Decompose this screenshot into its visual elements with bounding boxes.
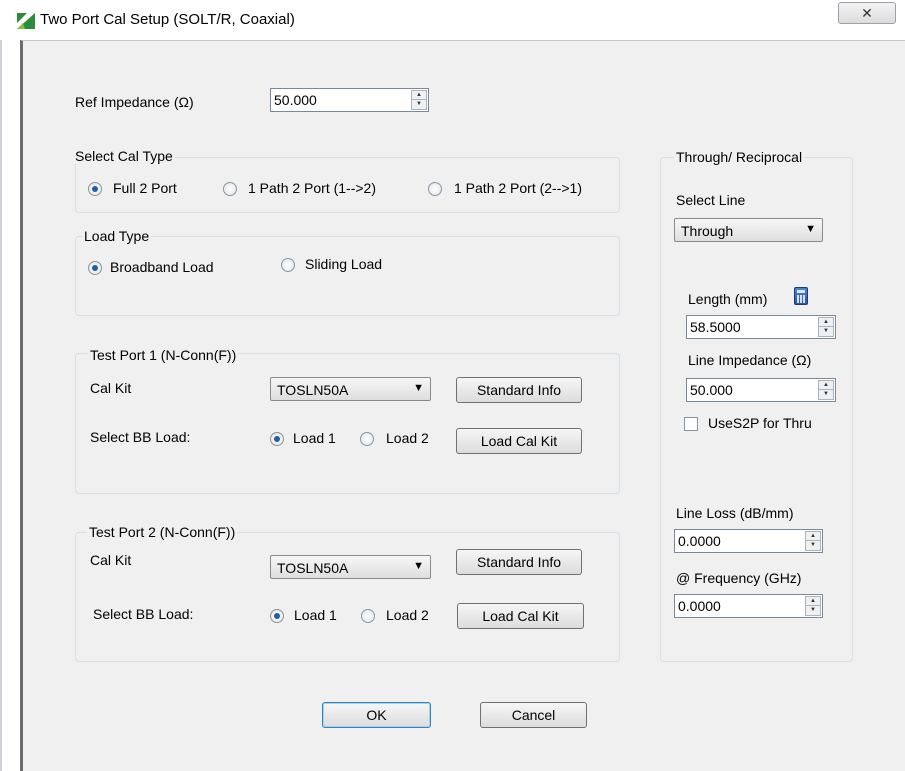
chevron-down-icon: ▼ [805,223,816,235]
test-port-2-load-1-radio[interactable] [270,609,284,623]
window-title: Two Port Cal Setup (SOLT/R, Coaxial) [40,11,295,28]
test-port-2-cal-kit-value: TOSLN50A [277,560,349,576]
chevron-down-icon: ▼ [413,560,424,572]
test-port-1-cal-kit-dropdown[interactable]: TOSLN50A ▼ [270,377,431,401]
frequency-spinbox[interactable]: 0.0000 ▲ ▼ [674,594,823,618]
cal-type-full-2-port-radio[interactable] [88,182,102,196]
test-port-1-load-option-label[interactable]: Load 1 [293,430,336,446]
select-line-value: Through [681,223,734,239]
line-impedance-spin-buttons[interactable]: ▲ ▼ [818,380,834,400]
test-port-2-load-option-label[interactable]: Load 1 [294,607,337,623]
frequency-spin-buttons[interactable]: ▲ ▼ [805,596,821,616]
calculator-icon[interactable] [794,287,808,305]
cancel-button[interactable]: Cancel [480,702,587,728]
load-type-group-label: Load Type [82,228,152,244]
length-spin-buttons[interactable]: ▲ ▼ [818,317,834,337]
test-port-1-cal-kit-label: Cal Kit [90,380,132,396]
line-impedance-label: Line Impedance (Ω) [688,352,812,368]
cal-type-group-label: Select Cal Type [73,148,175,164]
select-line-dropdown[interactable]: Through ▼ [674,218,823,242]
select-line-label: Select Line [676,192,746,208]
test-port-1-load-2-radio[interactable] [360,432,374,446]
frequency-label: @ Frequency (GHz) [676,570,802,586]
spin-up-icon[interactable]: ▲ [806,597,820,606]
test-port-1-load-option-label[interactable]: Load 2 [386,430,429,446]
line-impedance-spinbox[interactable]: 50.000 ▲ ▼ [686,378,836,402]
chevron-down-icon: ▼ [413,382,424,394]
ref-impedance-spinbox[interactable]: 50.000 ▲ ▼ [270,88,429,112]
close-icon: ✕ [861,5,873,21]
test-port-2-cal-kit-dropdown[interactable]: TOSLN50A ▼ [270,555,431,579]
spin-down-icon[interactable]: ▼ [806,606,820,615]
spin-up-icon[interactable]: ▲ [806,532,820,541]
spin-down-icon[interactable]: ▼ [412,100,426,109]
test-port-2-bb-load-label: Select BB Load: [93,606,194,622]
load-type-option-label[interactable]: Sliding Load [305,256,382,272]
test-port-2-load-2-radio[interactable] [361,609,375,623]
test-port-2-load-cal-kit-button[interactable]: Load Cal Kit [457,603,584,629]
spin-down-icon[interactable]: ▼ [819,327,833,336]
line-impedance-value[interactable]: 50.000 [690,382,733,398]
test-port-2-load-option-label[interactable]: Load 2 [386,607,429,623]
close-button[interactable]: ✕ [838,2,896,24]
length-spinbox[interactable]: 58.5000 ▲ ▼ [686,315,836,339]
app-icon [17,13,35,29]
test-port-1-bb-load-label: Select BB Load: [90,429,191,445]
spin-up-icon[interactable]: ▲ [819,381,833,390]
test-port-1-standard-info-button[interactable]: Standard Info [456,377,582,403]
use-s2p-label[interactable]: UseS2P for Thru [708,415,812,431]
use-s2p-checkbox[interactable] [684,417,698,431]
broadband-load-radio[interactable] [88,261,102,275]
cal-type-option-label[interactable]: 1 Path 2 Port (1-->2) [248,180,376,196]
line-loss-spin-buttons[interactable]: ▲ ▼ [805,531,821,551]
test-port-1-load-cal-kit-button[interactable]: Load Cal Kit [456,428,582,454]
ref-impedance-spin-buttons[interactable]: ▲ ▼ [411,90,427,110]
length-label: Length (mm) [688,291,768,307]
through-group-label: Through/ Reciprocal [674,149,805,165]
length-value[interactable]: 58.5000 [690,319,741,335]
test-port-2-cal-kit-label: Cal Kit [90,552,132,568]
test-port-1-group-label: Test Port 1 (N-Conn(F)) [88,347,239,363]
ref-impedance-label: Ref Impedance (Ω) [75,94,194,110]
spin-down-icon[interactable]: ▼ [806,541,820,550]
frequency-value[interactable]: 0.0000 [678,598,721,614]
spin-up-icon[interactable]: ▲ [412,91,426,100]
spin-down-icon[interactable]: ▼ [819,390,833,399]
test-port-2-group-label: Test Port 2 (N-Conn(F)) [87,524,238,540]
load-type-group [75,236,620,316]
ok-button[interactable]: OK [322,702,431,728]
cal-type-1-path-1-2-radio[interactable] [223,182,237,196]
spin-up-icon[interactable]: ▲ [819,318,833,327]
test-port-1-load-1-radio[interactable] [270,432,284,446]
cal-type-1-path-2-1-radio[interactable] [428,182,442,196]
test-port-1-cal-kit-value: TOSLN50A [277,382,349,398]
load-type-option-label[interactable]: Broadband Load [110,259,214,275]
test-port-2-standard-info-button[interactable]: Standard Info [456,549,582,575]
line-loss-spinbox[interactable]: 0.0000 ▲ ▼ [674,529,823,553]
line-loss-value[interactable]: 0.0000 [678,533,721,549]
sliding-load-radio[interactable] [281,258,295,272]
line-loss-label: Line Loss (dB/mm) [676,505,794,521]
window-left-edge [0,0,2,771]
test-port-1-group [75,353,620,494]
title-bar[interactable]: Two Port Cal Setup (SOLT/R, Coaxial) ✕ [0,0,905,40]
cal-type-option-label[interactable]: 1 Path 2 Port (2-->1) [454,180,582,196]
cal-type-option-label[interactable]: Full 2 Port [113,180,177,196]
ref-impedance-value[interactable]: 50.000 [274,92,317,108]
